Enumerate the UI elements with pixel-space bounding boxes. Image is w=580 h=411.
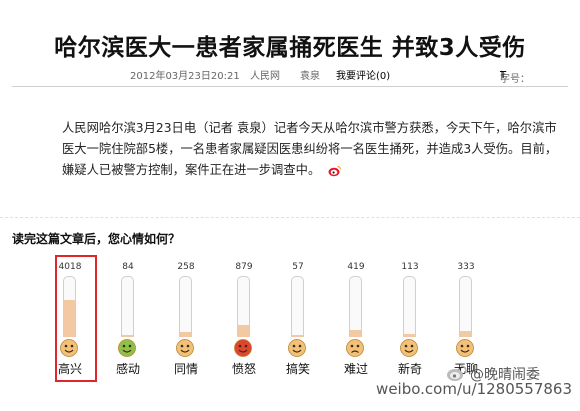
mood-bar-fill — [350, 329, 361, 337]
mood-count: 419 — [347, 262, 365, 272]
angry-face-icon[interactable] — [233, 338, 253, 358]
bored-face-icon[interactable] — [455, 338, 475, 358]
font-size-small-button[interactable]: T — [500, 70, 506, 81]
mood-count: 57 — [292, 262, 304, 272]
comments-link[interactable]: 我要评论(0) — [336, 67, 390, 82]
mood-bar — [121, 276, 134, 337]
publish-date: 2012年03月23日20:21 — [130, 71, 240, 82]
mood-count: 84 — [122, 262, 134, 272]
mood-bar — [349, 276, 362, 337]
header-rule — [12, 86, 568, 87]
mood-bar-fill — [404, 334, 415, 337]
mood-count: 333 — [457, 262, 475, 272]
mood-bar — [237, 276, 250, 337]
highlight-box — [55, 255, 97, 382]
mood-count: 113 — [401, 262, 419, 272]
poll-question: 读完这篇文章后，您心情如何？ — [12, 232, 181, 246]
mood-bar — [403, 276, 416, 337]
article-meta: 2012年03月23日20:21 人民网 袁泉 我要评论(0) 字号： T | … — [0, 64, 580, 85]
mood-label: 搞笑 — [285, 362, 310, 376]
mood-label: 新奇 — [397, 362, 422, 376]
mood-bar — [179, 276, 192, 337]
moved-face-icon[interactable] — [117, 338, 137, 358]
mood-bar-fill — [180, 332, 191, 337]
mood-bar-fill — [122, 334, 133, 337]
article-body: 人民网哈尔滨3月23日电（记者 袁泉）记者今天从哈尔滨市警方获悉，今天下午，哈尔… — [62, 118, 562, 181]
sad-face-icon[interactable] — [345, 338, 365, 358]
mood-label: 感动 — [115, 362, 140, 376]
mood-label: 同情 — [173, 362, 198, 376]
mood-bar-fill — [238, 325, 249, 337]
curious-face-icon[interactable] — [399, 338, 419, 358]
source-link[interactable]: 人民网 — [250, 67, 280, 82]
section-divider — [0, 217, 580, 218]
mood-label: 愤怒 — [231, 362, 256, 376]
author-name: 袁泉 — [300, 71, 320, 82]
mood-bar-fill — [292, 334, 303, 337]
article-title: 哈尔滨医大一患者家属捅死医生 并致3人受伤 — [54, 35, 526, 61]
article-paragraph: 人民网哈尔滨3月23日电（记者 袁泉）记者今天从哈尔滨市警方获悉，今天下午，哈尔… — [62, 121, 558, 177]
sympathy-face-icon[interactable] — [175, 338, 195, 358]
funny-face-icon[interactable] — [287, 338, 307, 358]
weibo-share-icon[interactable] — [328, 165, 342, 177]
mood-bar — [291, 276, 304, 337]
watermark-url: weibo.com/u/1280557863 — [376, 380, 572, 398]
mood-bar-fill — [460, 331, 471, 337]
mood-label: 难过 — [343, 362, 368, 376]
mood-bar — [459, 276, 472, 337]
mood-count: 258 — [177, 262, 195, 272]
mood-count: 879 — [235, 262, 253, 272]
